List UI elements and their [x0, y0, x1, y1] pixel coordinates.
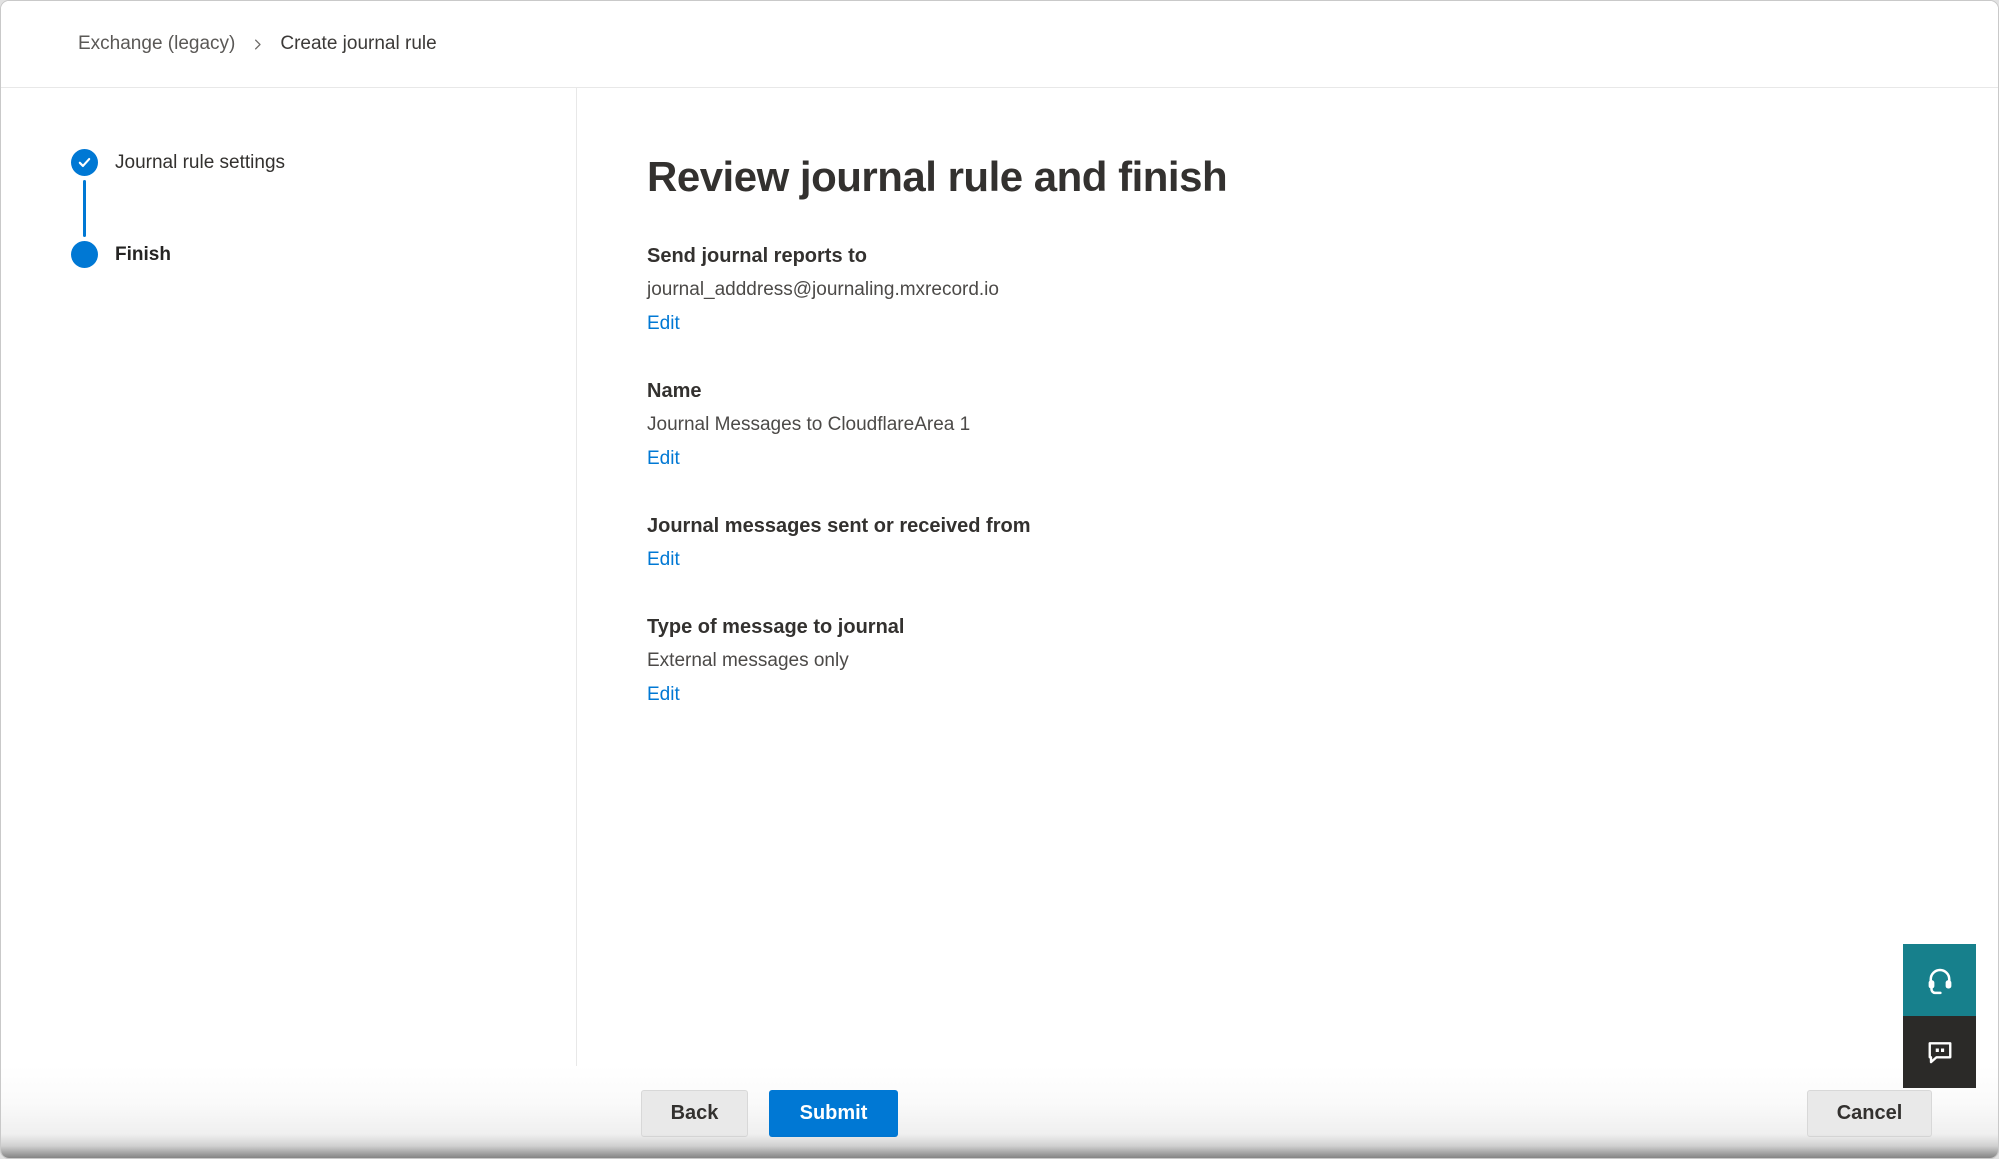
edit-message-type-link[interactable]: Edit [647, 678, 680, 712]
breadcrumb-link-exchange-legacy[interactable]: Exchange (legacy) [78, 33, 235, 55]
step-connector-line [83, 180, 86, 237]
step-label: Journal rule settings [115, 152, 285, 174]
field-value: journal_adddress@journaling.mxrecord.io [647, 273, 1998, 307]
page-title: Review journal rule and finish [647, 151, 1998, 203]
section-message-type: Type of message to journal External mess… [647, 610, 1998, 712]
section-journal-messages-scope: Journal messages sent or received from E… [647, 509, 1998, 577]
cancel-button[interactable]: Cancel [1807, 1090, 1932, 1137]
wizard-steps-sidebar: Journal rule settings Finish [1, 88, 577, 1068]
help-button[interactable] [1903, 944, 1976, 1016]
edit-send-journal-reports-link[interactable]: Edit [647, 307, 680, 341]
body-area: Journal rule settings Finish Review jour… [1, 88, 1998, 1068]
headset-icon [1925, 965, 1955, 995]
edit-journal-messages-scope-link[interactable]: Edit [647, 543, 680, 577]
breadcrumb-current-page: Create journal rule [280, 33, 436, 55]
field-label: Journal messages sent or received from [647, 509, 1998, 543]
header-bar: Exchange (legacy) Create journal rule [1, 1, 1998, 88]
footer-action-bar: Back Submit Cancel [1, 1066, 1998, 1158]
field-label: Send journal reports to [647, 239, 1998, 273]
section-name: Name Journal Messages to CloudflareArea … [647, 374, 1998, 476]
back-button[interactable]: Back [641, 1090, 748, 1137]
feedback-button[interactable] [1903, 1016, 1976, 1088]
step-journal-rule-settings[interactable]: Journal rule settings [71, 149, 576, 176]
field-value: Journal Messages to CloudflareArea 1 [647, 408, 1998, 442]
review-panel: Review journal rule and finish Send jour… [577, 88, 1998, 1068]
field-value: External messages only [647, 644, 1998, 678]
field-label: Name [647, 374, 1998, 408]
checkmark-icon [71, 149, 98, 176]
step-finish[interactable]: Finish [71, 241, 576, 268]
footer-left-buttons: Back Submit [641, 1090, 898, 1137]
submit-button[interactable]: Submit [769, 1090, 898, 1137]
section-send-journal-reports-to: Send journal reports to journal_adddress… [647, 239, 1998, 341]
comment-icon [1925, 1037, 1955, 1067]
chevron-right-icon [250, 37, 265, 52]
breadcrumb: Exchange (legacy) Create journal rule [78, 33, 437, 55]
floating-button-stack [1903, 944, 1976, 1088]
step-dot-icon [71, 241, 98, 268]
field-label: Type of message to journal [647, 610, 1998, 644]
edit-name-link[interactable]: Edit [647, 442, 680, 476]
app-window: Exchange (legacy) Create journal rule Jo… [0, 0, 1999, 1159]
step-label: Finish [115, 244, 171, 266]
